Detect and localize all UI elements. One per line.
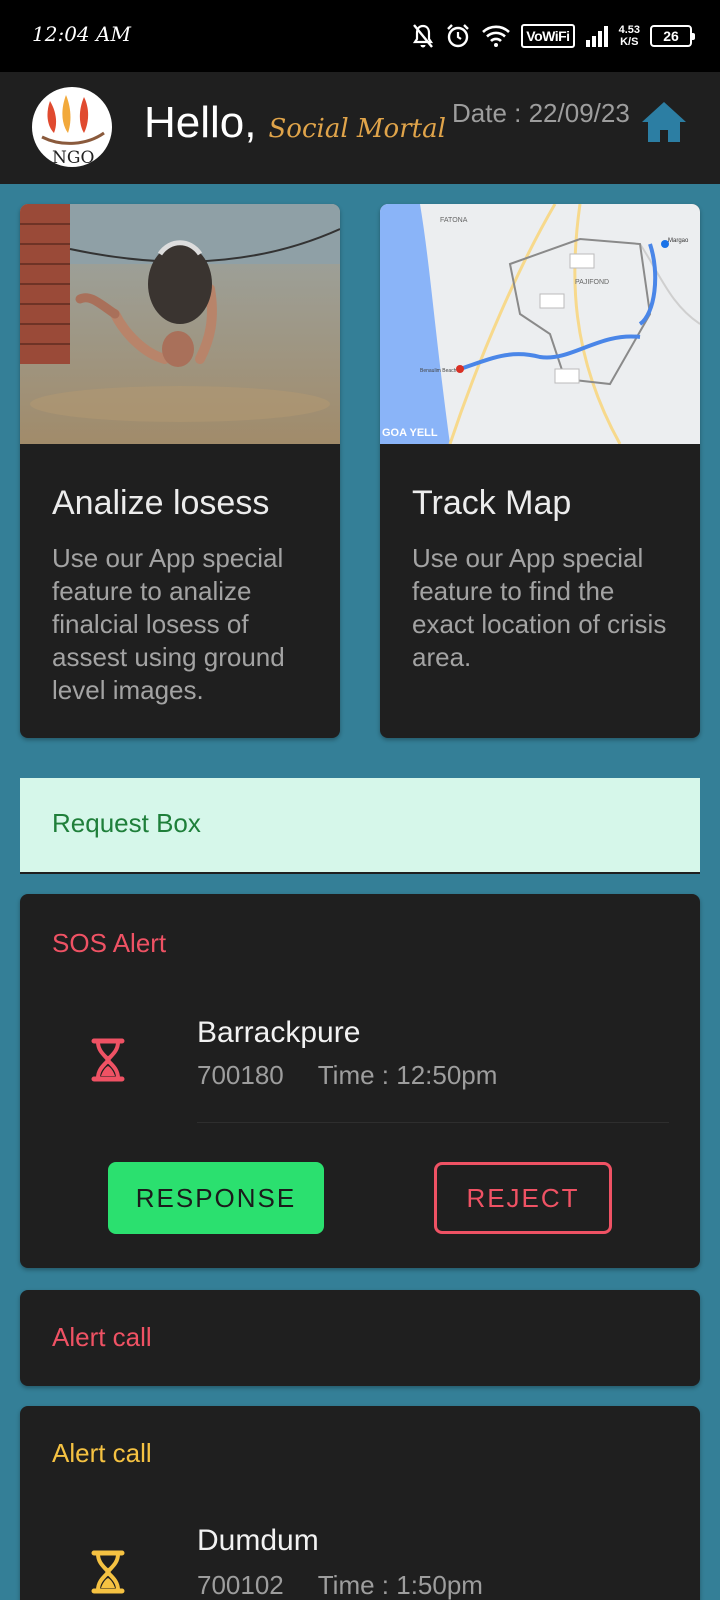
date-label: Date : 22/09/23 — [452, 98, 630, 128]
request-box-label: Request Box — [52, 808, 201, 838]
card-title: Analize losess — [52, 484, 270, 522]
alert-title: Alert call — [52, 1438, 152, 1468]
hourglass-icon — [91, 1550, 125, 1594]
greeting-text: Hello, — [144, 98, 257, 147]
sos-alert-card: SOS Alert Barrackpure 700180 Time : 12:50… — [20, 894, 700, 1268]
alert-location: Barrackpure — [197, 1016, 361, 1049]
speed-value: 4.53 — [618, 24, 640, 36]
username: Social Mortal — [268, 114, 446, 144]
battery-icon: 26 — [650, 25, 695, 47]
speed-unit: K/S — [620, 36, 639, 48]
wifi-icon — [482, 25, 511, 47]
status-time: 12:04 AM — [32, 22, 131, 46]
card-description: Use our App special feature to analize f… — [52, 543, 285, 705]
alert-call-card: Alert call Dumdum 700102 Time : 1:50pm — [20, 1406, 700, 1600]
network-speed: 4.53 K/S — [619, 24, 640, 48]
status-icons: VoWiFi 4.53 K/S 26 — [411, 20, 695, 52]
mute-bell-icon — [413, 24, 434, 48]
alert-pincode: 700180 — [197, 1060, 284, 1090]
alert-time: Time : 1:50pm — [317, 1570, 483, 1600]
request-box[interactable]: Request Box — [20, 778, 700, 874]
alert-divider — [197, 1122, 669, 1123]
alert-call-card-collapsed[interactable]: Alert call — [20, 1290, 700, 1386]
vowifi-badge: VoWiFi — [521, 24, 575, 48]
flood-image — [20, 204, 340, 444]
logo-text: NGO — [52, 148, 94, 167]
map-label-fatona: FATONA — [440, 217, 468, 224]
alert-pincode: 700102 — [197, 1570, 284, 1600]
alert-location: Dumdum — [197, 1524, 319, 1557]
alarm-icon — [447, 24, 470, 48]
alert-time: Time : 12:50pm — [317, 1060, 498, 1090]
hourglass-icon — [91, 1038, 125, 1082]
alert-meta: 700102 Time : 1:50pm — [197, 1570, 483, 1600]
ngo-logo-art: NGO — [41, 95, 105, 167]
card-description: Use our App special feature to find the … — [412, 543, 667, 672]
card-title: Track Map — [412, 484, 572, 522]
greeting: Hello, Social Mortal — [144, 98, 446, 148]
map-label-beach: Benaulim Beach — [420, 368, 457, 374]
battery-level: 26 — [663, 28, 679, 44]
map-label-margao: Margao — [668, 238, 689, 244]
home-icon[interactable] — [640, 98, 688, 146]
status-bar: 12:04 AM VoWiFi 4.53 K/S 26 — [0, 0, 720, 72]
analyze-losses-card[interactable]: Analize losess Use our App special featu… — [20, 204, 340, 738]
track-map-card[interactable]: FATONA PAJIFOND Margao Benaulim Beach GO… — [380, 204, 700, 738]
map-label-pajifond: PAJIFOND — [575, 279, 609, 286]
response-button[interactable]: RESPONSE — [108, 1162, 324, 1234]
alert-title: Alert call — [52, 1322, 152, 1352]
alert-meta: 700180 Time : 12:50pm — [197, 1060, 497, 1091]
app-header: NGO Hello, Social Mortal Date : 22/09/23 — [0, 72, 720, 184]
map-image: FATONA PAJIFOND Margao Benaulim Beach GO… — [380, 204, 700, 444]
signal-icon — [585, 26, 608, 47]
alert-title: SOS Alert — [52, 928, 167, 958]
map-watermark: GOA YELL — [382, 427, 438, 439]
ngo-logo[interactable]: NGO — [32, 87, 112, 167]
reject-button[interactable]: REJECT — [434, 1162, 612, 1234]
